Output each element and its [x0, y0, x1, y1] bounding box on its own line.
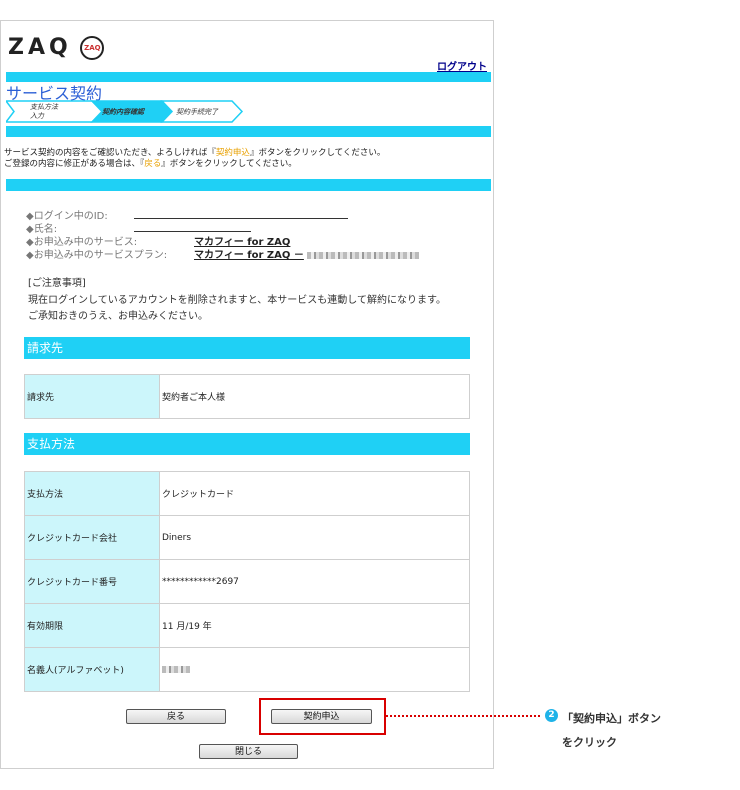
- plan-row: ◆お申込み中のサービスプラン: マカフィー for ZAQ －: [26, 246, 420, 261]
- expiry-value: 11 月/19 年: [159, 603, 470, 648]
- instructions: サービス契約の内容をご確認いただき、よろしければ『契約申込』ボタンをクリックして…: [4, 148, 386, 169]
- cardholder-label: 名義人(アルファベット): [24, 647, 160, 692]
- payment-heading: 支払方法: [24, 433, 470, 455]
- table-row: 有効期限 11 月/19 年: [24, 603, 470, 648]
- table-row: 請求先 契約者ご本人様: [24, 374, 470, 419]
- notice-line2: ご承知おきのうえ、お申込みください。: [28, 311, 208, 322]
- cardholder-value: [159, 647, 470, 692]
- card-number-label: クレジットカード番号: [24, 559, 160, 604]
- back-button[interactable]: 戻る: [126, 709, 226, 724]
- notice-title: [ご注意事項]: [28, 278, 86, 289]
- step-3-label: 契約手続完了: [176, 107, 218, 116]
- table-row: 名義人(アルファベット): [24, 647, 470, 692]
- notice-line1: 現在ログインしているアカウントを削除されますと、本サービスも連動して解約になりま…: [28, 295, 446, 306]
- billing-table: 請求先 契約者ご本人様: [24, 374, 470, 419]
- section-bar: [6, 179, 491, 191]
- table-row: 支払方法 クレジットカード: [24, 471, 470, 516]
- card-company-label: クレジットカード会社: [24, 515, 160, 560]
- table-row: クレジットカード番号 ************2697: [24, 559, 470, 604]
- payment-table: 支払方法 クレジットカード クレジットカード会社 Diners クレジットカード…: [24, 471, 470, 692]
- table-row: クレジットカード会社 Diners: [24, 515, 470, 560]
- card-number-value: ************2697: [159, 559, 470, 604]
- header-bar-2: [6, 126, 491, 137]
- payment-method-value: クレジットカード: [159, 471, 470, 516]
- close-button[interactable]: 閉じる: [199, 744, 298, 759]
- callout-connector: [386, 715, 540, 717]
- logout-link[interactable]: ログアウト: [437, 58, 487, 73]
- billing-label: 請求先: [24, 374, 160, 419]
- billing-heading: 請求先: [24, 337, 470, 359]
- step-2-label: 契約内容確認: [102, 107, 144, 116]
- billing-value: 契約者ご本人様: [159, 374, 470, 419]
- step-number-badge: 2: [545, 709, 558, 722]
- blurred-plan: [307, 251, 420, 259]
- blurred-name: [162, 665, 190, 673]
- logo-text: ZAQ: [8, 35, 72, 60]
- callout-text: 「契約申込」ボタン をクリック: [562, 712, 661, 749]
- zaq-logo: ZAQ ZAQ: [8, 35, 105, 60]
- logo-face-icon: ZAQ: [80, 36, 105, 60]
- step-1-label: 支払方法 入力: [30, 103, 58, 120]
- apply-highlight-box: [259, 698, 386, 735]
- payment-method-label: 支払方法: [24, 471, 160, 516]
- card-company-value: Diners: [159, 515, 470, 560]
- expiry-label: 有効期限: [24, 603, 160, 648]
